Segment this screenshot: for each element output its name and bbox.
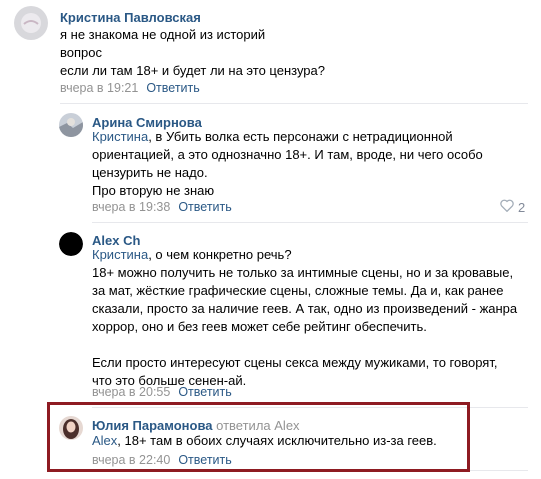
comment-meta: вчера в 22:40 Ответить: [92, 453, 232, 467]
comment-text: я не знакома не одной из историй вопрос …: [60, 27, 325, 78]
avatar[interactable]: [59, 416, 83, 440]
reply-button[interactable]: Ответить: [178, 453, 231, 467]
mention-link[interactable]: Кристина: [92, 129, 148, 144]
comment-meta: вчера в 20:55 Ответить: [92, 385, 232, 399]
divider: [92, 222, 528, 223]
comment-author[interactable]: Юлия Парамонова ответила Alex: [92, 418, 300, 433]
comment-time[interactable]: вчера в 22:40: [92, 453, 170, 467]
comment-text: Кристина, о чем конкретно речь? 18+ можн…: [92, 247, 518, 388]
heart-icon: [500, 199, 514, 215]
reply-note: ответила Alex: [216, 418, 300, 433]
comment-time[interactable]: вчера в 20:55: [92, 385, 170, 399]
like-button[interactable]: 2: [500, 199, 525, 215]
like-count: 2: [518, 199, 526, 215]
reply-button[interactable]: Ответить: [178, 385, 231, 399]
avatar[interactable]: [59, 232, 83, 256]
mention-link[interactable]: Alex: [92, 433, 117, 448]
comment-meta: вчера в 19:21 Ответить: [60, 81, 200, 95]
comment-text: Кристина, в Убить волка есть персонажи с…: [92, 129, 483, 198]
comment-time[interactable]: вчера в 19:21: [60, 81, 138, 95]
divider: [470, 470, 528, 471]
comment-text: Alex, 18+ там в обоих случаях исключител…: [92, 433, 437, 448]
comment-author[interactable]: Кристина Павловская: [60, 10, 201, 25]
avatar[interactable]: [59, 113, 83, 137]
avatar[interactable]: [14, 6, 48, 40]
reply-button[interactable]: Ответить: [146, 81, 199, 95]
comment-meta: вчера в 19:38 Ответить: [92, 200, 232, 214]
mention-link[interactable]: Кристина: [92, 247, 148, 262]
divider: [60, 103, 528, 104]
reply-button[interactable]: Ответить: [178, 200, 231, 214]
comment-time[interactable]: вчера в 19:38: [92, 200, 170, 214]
replied-to-link[interactable]: Alex: [274, 418, 299, 433]
